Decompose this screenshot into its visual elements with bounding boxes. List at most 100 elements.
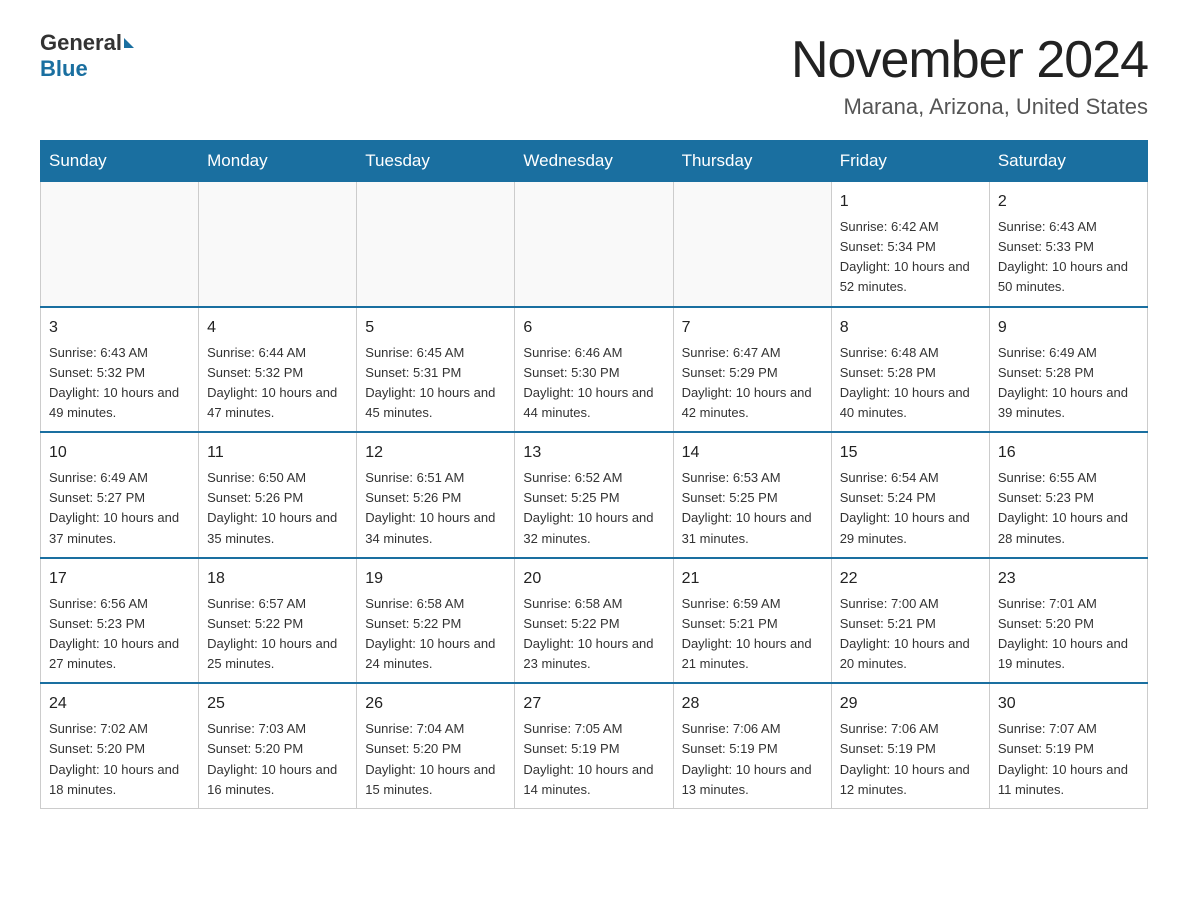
calendar-cell: 3 Sunrise: 6:43 AMSunset: 5:32 PMDaylight… [41, 307, 199, 433]
day-info: Sunrise: 6:45 AMSunset: 5:31 PMDaylight:… [365, 343, 506, 424]
day-number: 15 [840, 441, 981, 465]
day-number: 6 [523, 316, 664, 340]
calendar-cell: 24 Sunrise: 7:02 AMSunset: 5:20 PMDayligh… [41, 683, 199, 808]
weekday-header-row: SundayMondayTuesdayWednesdayThursdayFrid… [41, 141, 1148, 182]
day-info: Sunrise: 6:46 AMSunset: 5:30 PMDaylight:… [523, 343, 664, 424]
day-number: 26 [365, 692, 506, 716]
calendar-cell: 14 Sunrise: 6:53 AMSunset: 5:25 PMDayligh… [673, 432, 831, 558]
day-number: 17 [49, 567, 190, 591]
day-number: 1 [840, 190, 981, 214]
calendar-cell: 8 Sunrise: 6:48 AMSunset: 5:28 PMDaylight… [831, 307, 989, 433]
day-number: 10 [49, 441, 190, 465]
day-info: Sunrise: 6:51 AMSunset: 5:26 PMDaylight:… [365, 468, 506, 549]
day-info: Sunrise: 7:01 AMSunset: 5:20 PMDaylight:… [998, 594, 1139, 675]
calendar-cell [673, 182, 831, 307]
calendar-cell: 13 Sunrise: 6:52 AMSunset: 5:25 PMDayligh… [515, 432, 673, 558]
day-info: Sunrise: 6:53 AMSunset: 5:25 PMDaylight:… [682, 468, 823, 549]
calendar-cell: 7 Sunrise: 6:47 AMSunset: 5:29 PMDaylight… [673, 307, 831, 433]
day-info: Sunrise: 7:06 AMSunset: 5:19 PMDaylight:… [840, 719, 981, 800]
day-info: Sunrise: 6:54 AMSunset: 5:24 PMDaylight:… [840, 468, 981, 549]
day-number: 13 [523, 441, 664, 465]
day-number: 9 [998, 316, 1139, 340]
logo-general-text: General [40, 30, 122, 56]
calendar-cell: 6 Sunrise: 6:46 AMSunset: 5:30 PMDaylight… [515, 307, 673, 433]
weekday-header-monday: Monday [199, 141, 357, 182]
day-number: 25 [207, 692, 348, 716]
day-number: 24 [49, 692, 190, 716]
weekday-header-thursday: Thursday [673, 141, 831, 182]
title-section: November 2024 Marana, Arizona, United St… [791, 30, 1148, 120]
day-number: 16 [998, 441, 1139, 465]
calendar-cell [199, 182, 357, 307]
day-number: 22 [840, 567, 981, 591]
day-info: Sunrise: 7:06 AMSunset: 5:19 PMDaylight:… [682, 719, 823, 800]
month-title: November 2024 [791, 30, 1148, 90]
calendar-week-row: 24 Sunrise: 7:02 AMSunset: 5:20 PMDayligh… [41, 683, 1148, 808]
day-info: Sunrise: 6:48 AMSunset: 5:28 PMDaylight:… [840, 343, 981, 424]
calendar-week-row: 1 Sunrise: 6:42 AMSunset: 5:34 PMDaylight… [41, 182, 1148, 307]
day-info: Sunrise: 6:50 AMSunset: 5:26 PMDaylight:… [207, 468, 348, 549]
day-info: Sunrise: 6:59 AMSunset: 5:21 PMDaylight:… [682, 594, 823, 675]
day-number: 18 [207, 567, 348, 591]
logo: General Blue [40, 30, 136, 82]
calendar-cell: 11 Sunrise: 6:50 AMSunset: 5:26 PMDayligh… [199, 432, 357, 558]
day-info: Sunrise: 6:49 AMSunset: 5:27 PMDaylight:… [49, 468, 190, 549]
logo-blue-text: Blue [40, 56, 88, 82]
day-number: 19 [365, 567, 506, 591]
calendar-cell: 21 Sunrise: 6:59 AMSunset: 5:21 PMDayligh… [673, 558, 831, 684]
day-number: 8 [840, 316, 981, 340]
day-info: Sunrise: 6:58 AMSunset: 5:22 PMDaylight:… [365, 594, 506, 675]
day-info: Sunrise: 7:04 AMSunset: 5:20 PMDaylight:… [365, 719, 506, 800]
calendar-week-row: 3 Sunrise: 6:43 AMSunset: 5:32 PMDaylight… [41, 307, 1148, 433]
calendar-cell: 2Sunrise: 6:43 AMSunset: 5:33 PMDaylight… [989, 182, 1147, 307]
calendar-cell: 20Sunrise: 6:58 AMSunset: 5:22 PMDayligh… [515, 558, 673, 684]
calendar-cell: 18 Sunrise: 6:57 AMSunset: 5:22 PMDayligh… [199, 558, 357, 684]
day-number: 23 [998, 567, 1139, 591]
day-number: 30 [998, 692, 1139, 716]
calendar-cell: 30 Sunrise: 7:07 AMSunset: 5:19 PMDayligh… [989, 683, 1147, 808]
day-info: Sunrise: 7:03 AMSunset: 5:20 PMDaylight:… [207, 719, 348, 800]
day-number: 5 [365, 316, 506, 340]
day-number: 28 [682, 692, 823, 716]
day-info: Sunrise: 6:42 AMSunset: 5:34 PMDaylight:… [840, 217, 981, 298]
day-number: 11 [207, 441, 348, 465]
day-info: Sunrise: 6:47 AMSunset: 5:29 PMDaylight:… [682, 343, 823, 424]
calendar-cell [515, 182, 673, 307]
weekday-header-sunday: Sunday [41, 141, 199, 182]
day-info: Sunrise: 7:07 AMSunset: 5:19 PMDaylight:… [998, 719, 1139, 800]
calendar-cell: 25 Sunrise: 7:03 AMSunset: 5:20 PMDayligh… [199, 683, 357, 808]
day-number: 27 [523, 692, 664, 716]
day-number: 21 [682, 567, 823, 591]
day-info: Sunrise: 6:52 AMSunset: 5:25 PMDaylight:… [523, 468, 664, 549]
calendar-cell: 10 Sunrise: 6:49 AMSunset: 5:27 PMDayligh… [41, 432, 199, 558]
calendar-cell [357, 182, 515, 307]
weekday-header-wednesday: Wednesday [515, 141, 673, 182]
day-info: Sunrise: 6:44 AMSunset: 5:32 PMDaylight:… [207, 343, 348, 424]
weekday-header-saturday: Saturday [989, 141, 1147, 182]
day-info: Sunrise: 6:57 AMSunset: 5:22 PMDaylight:… [207, 594, 348, 675]
day-info: Sunrise: 6:43 AMSunset: 5:32 PMDaylight:… [49, 343, 190, 424]
day-number: 20 [523, 567, 664, 591]
weekday-header-friday: Friday [831, 141, 989, 182]
location-title: Marana, Arizona, United States [791, 94, 1148, 120]
calendar-week-row: 10 Sunrise: 6:49 AMSunset: 5:27 PMDayligh… [41, 432, 1148, 558]
calendar-cell [41, 182, 199, 307]
calendar-cell: 15 Sunrise: 6:54 AMSunset: 5:24 PMDayligh… [831, 432, 989, 558]
day-number: 7 [682, 316, 823, 340]
logo-arrow-icon [124, 38, 134, 48]
day-number: 3 [49, 316, 190, 340]
day-number: 14 [682, 441, 823, 465]
calendar-cell: 19 Sunrise: 6:58 AMSunset: 5:22 PMDayligh… [357, 558, 515, 684]
calendar-cell: 26 Sunrise: 7:04 AMSunset: 5:20 PMDayligh… [357, 683, 515, 808]
calendar-cell: 28 Sunrise: 7:06 AMSunset: 5:19 PMDayligh… [673, 683, 831, 808]
day-info: Sunrise: 7:02 AMSunset: 5:20 PMDaylight:… [49, 719, 190, 800]
calendar-cell: 23 Sunrise: 7:01 AMSunset: 5:20 PMDayligh… [989, 558, 1147, 684]
calendar-cell: 12 Sunrise: 6:51 AMSunset: 5:26 PMDayligh… [357, 432, 515, 558]
page-header: General Blue November 2024 Marana, Arizo… [40, 30, 1148, 120]
calendar-cell: 4 Sunrise: 6:44 AMSunset: 5:32 PMDaylight… [199, 307, 357, 433]
day-number: 12 [365, 441, 506, 465]
calendar-table: SundayMondayTuesdayWednesdayThursdayFrid… [40, 140, 1148, 809]
calendar-cell: 16Sunrise: 6:55 AMSunset: 5:23 PMDayligh… [989, 432, 1147, 558]
day-number: 29 [840, 692, 981, 716]
day-number: 4 [207, 316, 348, 340]
